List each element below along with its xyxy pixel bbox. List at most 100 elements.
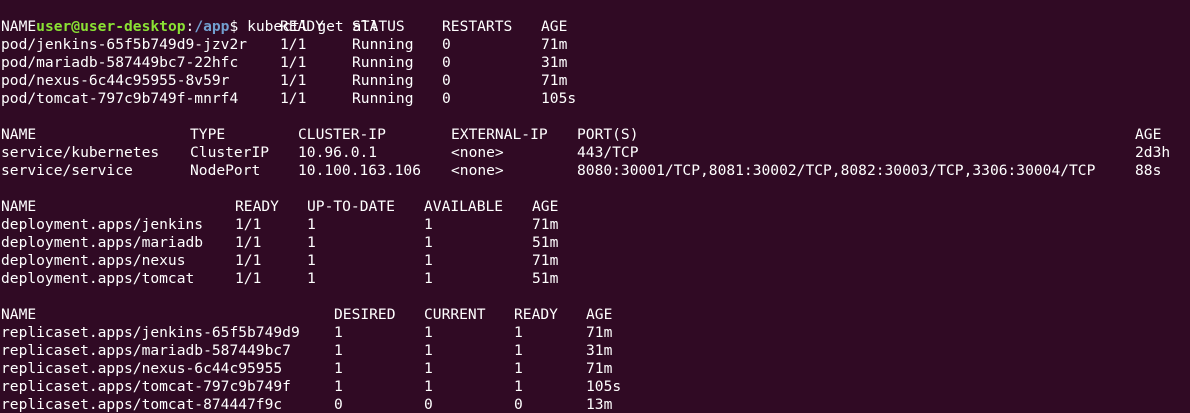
- column-header: AGE: [1135, 126, 1162, 143]
- table-cell: 0: [334, 396, 343, 413]
- pods-table: NAME READY STATUS RESTARTS AGE pod/jenkins-65…: [1, 18, 1190, 108]
- table-cell: 1: [307, 216, 316, 233]
- table-row: replicaset.apps/mariadb-587449bc7 1 1 1 31m: [1, 342, 1190, 360]
- column-header: DESIRED: [334, 306, 396, 323]
- column-header: STATUS: [352, 18, 405, 35]
- table-cell: 1: [424, 234, 433, 251]
- table-row: replicaset.apps/tomcat-874447f9c 0 0 0 13m: [1, 396, 1190, 413]
- table-cell: replicaset.apps/nexus-6c44c95955: [1, 360, 283, 377]
- column-header: NAME: [1, 198, 37, 215]
- table-cell: pod/nexus-6c44c95955-8v59r: [1, 72, 230, 89]
- table-cell: 1/1: [235, 270, 262, 287]
- table-row: deployment.apps/jenkins 1/1 1 1 71m: [1, 216, 1190, 234]
- table-cell: 31m: [541, 54, 568, 71]
- table-cell: 1: [424, 342, 433, 359]
- table-cell: 1: [424, 378, 433, 395]
- table-cell: 1: [334, 360, 343, 377]
- table-row: replicaset.apps/tomcat-797c9b749f 1 1 1 105s: [1, 378, 1190, 396]
- column-header: RESTARTS: [442, 18, 513, 35]
- table-cell: 0: [442, 72, 451, 89]
- table-cell: 8080:30001/TCP,8081:30002/TCP,8082:30003…: [577, 162, 1096, 179]
- table-cell: Running: [352, 54, 414, 71]
- column-header: NAME: [1, 306, 37, 323]
- table-cell: 1: [424, 324, 433, 341]
- table-cell: ClusterIP: [190, 144, 270, 161]
- table-cell: 71m: [586, 324, 613, 341]
- column-header: CLUSTER-IP: [298, 126, 386, 143]
- table-cell: 71m: [586, 360, 613, 377]
- table-cell: 0: [514, 396, 523, 413]
- table-cell: deployment.apps/nexus: [1, 252, 186, 269]
- table-cell: pod/tomcat-797c9b749f-mnrf4: [1, 90, 239, 107]
- table-cell: 1/1: [280, 36, 307, 53]
- column-header: NAME: [1, 126, 37, 143]
- table-header: NAME READY STATUS RESTARTS AGE: [1, 18, 1190, 36]
- table-cell: 71m: [532, 252, 559, 269]
- table-cell: 0: [424, 396, 433, 413]
- table-cell: 1: [424, 252, 433, 269]
- table-cell: deployment.apps/jenkins: [1, 216, 204, 233]
- table-cell: NodePort: [190, 162, 261, 179]
- table-header: NAME DESIRED CURRENT READY AGE: [1, 306, 1190, 324]
- table-cell: 1/1: [235, 216, 262, 233]
- table-cell: replicaset.apps/tomcat-797c9b749f: [1, 378, 291, 395]
- table-cell: 1: [307, 252, 316, 269]
- table-cell: 1: [424, 216, 433, 233]
- table-cell: 1/1: [280, 54, 307, 71]
- table-row: pod/tomcat-797c9b749f-mnrf4 1/1 Running 0 10…: [1, 90, 1190, 108]
- table-cell: deployment.apps/mariadb: [1, 234, 204, 251]
- table-cell: 0: [442, 54, 451, 71]
- column-header: UP-TO-DATE: [307, 198, 395, 215]
- column-header: READY: [514, 306, 558, 323]
- column-header: READY: [280, 18, 324, 35]
- table-cell: 1/1: [235, 252, 262, 269]
- prompt-line: user@user-desktop:/app$ kubectl get all: [1, 0, 1190, 35]
- table-cell: 1: [514, 378, 523, 395]
- column-header: READY: [235, 198, 279, 215]
- table-row: service/service NodePort 10.100.163.106 <no…: [1, 162, 1190, 180]
- table-cell: Running: [352, 36, 414, 53]
- table-cell: 88s: [1135, 162, 1162, 179]
- table-row: replicaset.apps/nexus-6c44c95955 1 1 1 71m: [1, 360, 1190, 378]
- table-cell: 1: [307, 270, 316, 287]
- table-cell: 1/1: [235, 234, 262, 251]
- table-cell: 1: [514, 360, 523, 377]
- deployments-table: NAME READY UP-TO-DATE AVAILABLE AGE deploymen…: [1, 198, 1190, 288]
- table-row: deployment.apps/mariadb 1/1 1 1 51m: [1, 234, 1190, 252]
- table-cell: service/kubernetes: [1, 144, 160, 161]
- table-cell: 1: [424, 270, 433, 287]
- table-cell: 1: [334, 342, 343, 359]
- table-cell: 71m: [541, 72, 568, 89]
- table-cell: 2d3h: [1135, 144, 1171, 161]
- table-cell: 31m: [586, 342, 613, 359]
- table-cell: 1: [307, 234, 316, 251]
- table-cell: replicaset.apps/jenkins-65f5b749d9: [1, 324, 300, 341]
- terminal-window[interactable]: user@user-desktop:/app$ kubectl get all …: [0, 0, 1190, 413]
- table-cell: replicaset.apps/mariadb-587449bc7: [1, 342, 291, 359]
- table-cell: 105s: [541, 90, 577, 107]
- table-row: pod/nexus-6c44c95955-8v59r 1/1 Running 0 71m: [1, 72, 1190, 90]
- table-cell: 13m: [586, 396, 613, 413]
- column-header: PORT(S): [577, 126, 639, 143]
- replicasets-table: NAME DESIRED CURRENT READY AGE replicaset.app…: [1, 306, 1190, 413]
- table-cell: 10.100.163.106: [298, 162, 422, 179]
- table-cell: <none>: [451, 144, 504, 161]
- column-header: TYPE: [190, 126, 226, 143]
- table-row: deployment.apps/tomcat 1/1 1 1 51m: [1, 270, 1190, 288]
- table-row: replicaset.apps/jenkins-65f5b749d9 1 1 1 71m: [1, 324, 1190, 342]
- table-cell: 71m: [541, 36, 568, 53]
- table-cell: 0: [442, 36, 451, 53]
- table-cell: Running: [352, 72, 414, 89]
- table-header: NAME TYPE CLUSTER-IP EXTERNAL-IP PORT(S) AGE: [1, 126, 1190, 144]
- table-cell: 0: [442, 90, 451, 107]
- table-cell: Running: [352, 90, 414, 107]
- table-header: NAME READY UP-TO-DATE AVAILABLE AGE: [1, 198, 1190, 216]
- table-cell: 443/TCP: [577, 144, 639, 161]
- table-row: pod/mariadb-587449bc7-22hfc 1/1 Running 0 31…: [1, 54, 1190, 72]
- table-row: service/kubernetes ClusterIP 10.96.0.1 <non…: [1, 144, 1190, 162]
- table-cell: 105s: [586, 378, 622, 395]
- table-row: deployment.apps/nexus 1/1 1 1 71m: [1, 252, 1190, 270]
